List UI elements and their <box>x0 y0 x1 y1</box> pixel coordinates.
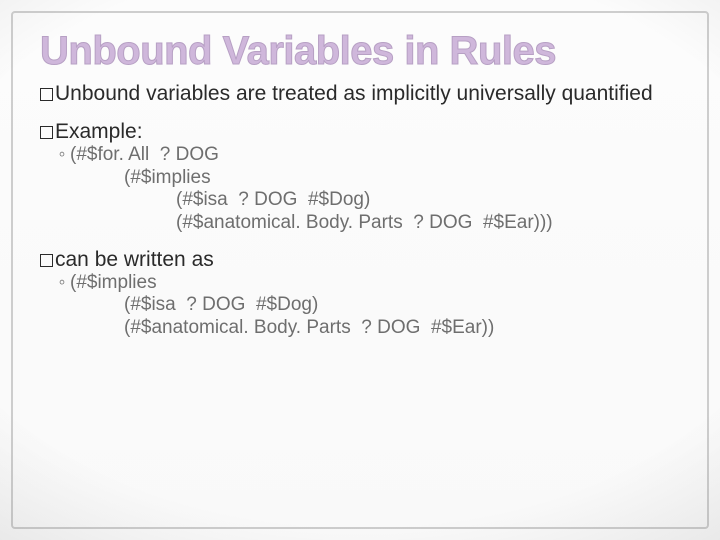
sub-bullet-icon: ◦ <box>58 144 66 166</box>
sub-text: (#$for. All ? DOG <box>70 144 219 165</box>
sub-text: (#$isa ? DOG #$Dog) <box>176 189 370 210</box>
lead-text: Unbound variables are treated as implici… <box>55 82 653 105</box>
bullet-box-icon <box>40 126 53 139</box>
bullet-lead: can be written as <box>40 248 680 272</box>
sub-text: (#$anatomical. Body. Parts ? DOG #$Ear))… <box>176 212 553 233</box>
slide: Unbound Variables in Rules Unbound varia… <box>0 0 720 540</box>
lead-text: Example: <box>55 120 143 143</box>
sub-line: (#$anatomical. Body. Parts ? DOG #$Ear))… <box>40 212 680 234</box>
sub-line: ◦(#$implies <box>40 272 680 294</box>
sub-line: (#$implies <box>40 167 680 189</box>
lead-text: can be written as <box>55 248 214 271</box>
block-2: can be written as ◦(#$implies (#$isa ? D… <box>40 248 680 339</box>
sub-text: (#$isa ? DOG #$Dog) <box>124 294 318 315</box>
block-1: Example: ◦(#$for. All ? DOG (#$implies (… <box>40 120 680 234</box>
slide-title: Unbound Variables in Rules <box>40 30 680 72</box>
bullet-lead: Unbound variables are treated as implici… <box>40 82 680 106</box>
sub-text: (#$implies <box>70 272 157 293</box>
sub-line: (#$isa ? DOG #$Dog) <box>40 294 680 316</box>
bullet-box-icon <box>40 254 53 267</box>
sub-line: (#$isa ? DOG #$Dog) <box>40 189 680 211</box>
sub-text: (#$implies <box>124 167 211 188</box>
block-0: Unbound variables are treated as implici… <box>40 82 680 106</box>
bullet-box-icon <box>40 88 53 101</box>
bullet-lead: Example: <box>40 120 680 144</box>
sub-line: (#$anatomical. Body. Parts ? DOG #$Ear)) <box>40 317 680 339</box>
sub-text: (#$anatomical. Body. Parts ? DOG #$Ear)) <box>124 317 494 338</box>
sub-line: ◦(#$for. All ? DOG <box>40 144 680 166</box>
sub-bullet-icon: ◦ <box>58 272 66 294</box>
